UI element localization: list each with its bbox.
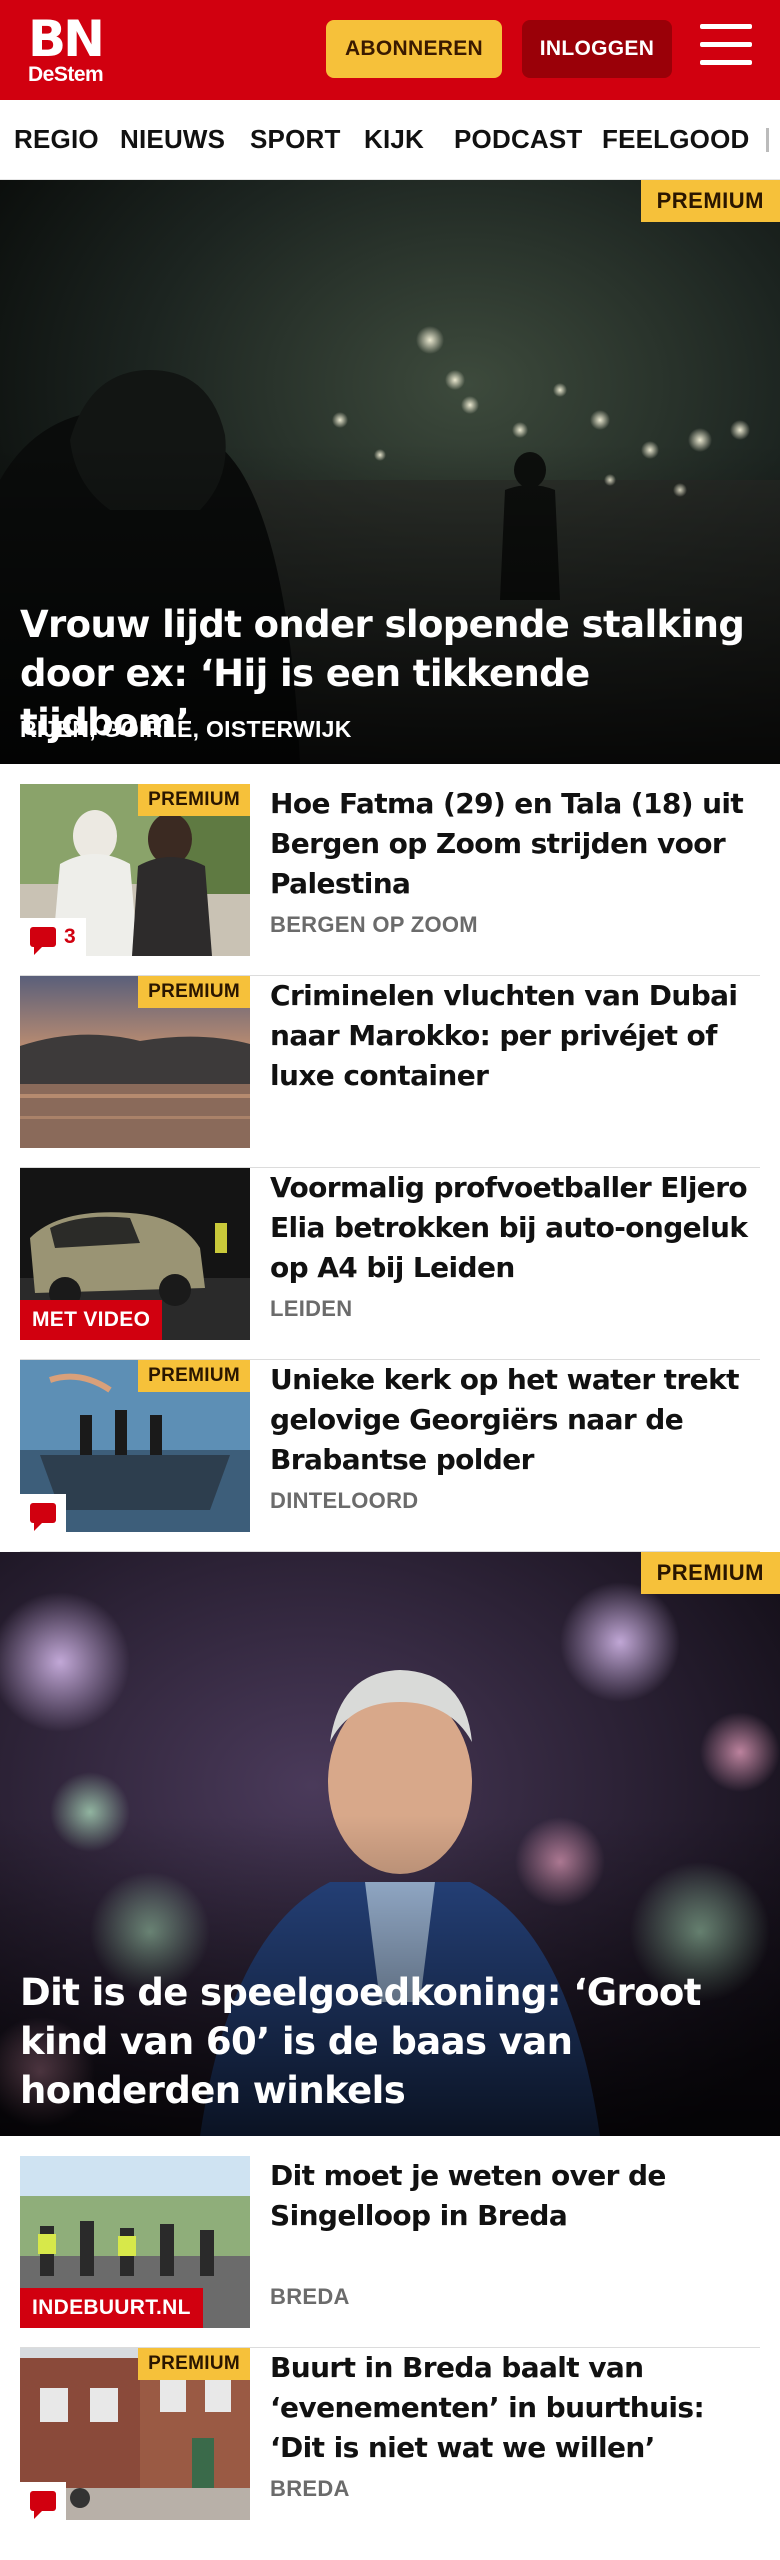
- comment-bubble-icon: [30, 2491, 56, 2519]
- section-nav: REGIO NIEUWS SPORT KIJK PODCAST FEELGOOD: [0, 100, 780, 180]
- premium-badge: PREMIUM: [138, 1360, 250, 1392]
- article-title[interactable]: Buurt in Breda baalt van ‘evenementen’ i…: [270, 2348, 750, 2468]
- article-thumbnail: PREMIUM: [20, 2348, 250, 2520]
- partner-label: INDEBUURT.NL: [20, 2288, 203, 2328]
- hero-article-stalking[interactable]: PREMIUM Vrouw lijdt onder slopende stalk…: [0, 180, 780, 764]
- nav-overflow-indicator: [766, 128, 769, 152]
- article-location: DINTELOORD: [270, 1488, 419, 1513]
- article-title[interactable]: Criminelen vluchten van Dubai naar Marok…: [270, 976, 750, 1096]
- article-location: BERGEN OP ZOOM: [270, 912, 478, 937]
- list-item[interactable]: PREMIUM Criminelen vluchten van Dubai na…: [20, 976, 760, 1168]
- nav-item-feelgood[interactable]: FEELGOOD: [602, 124, 750, 155]
- article-thumbnail: MET VIDEO: [20, 1168, 250, 1340]
- article-title[interactable]: Hoe Fatma (29) en Tala (18) uit Bergen o…: [270, 784, 750, 904]
- login-button[interactable]: INLOGGEN: [522, 20, 672, 78]
- comment-bubble-icon: [30, 927, 56, 955]
- article-location: BREDA: [270, 2476, 350, 2501]
- article-title[interactable]: Dit moet je weten over de Singelloop in …: [270, 2156, 750, 2236]
- subscribe-button[interactable]: ABONNEREN: [326, 20, 502, 78]
- premium-badge: PREMIUM: [138, 784, 250, 816]
- comment-count-value: 3: [64, 925, 76, 948]
- article-thumbnail: PREMIUM 3: [20, 784, 250, 956]
- article-thumbnail: PREMIUM: [20, 976, 250, 1148]
- nav-item-regio[interactable]: REGIO: [14, 124, 99, 155]
- article-title[interactable]: Unieke kerk op het water trekt gelovige …: [270, 1360, 750, 1480]
- list-item[interactable]: PREMIUM Buurt in Breda baalt van ‘evenem…: [20, 2348, 760, 2528]
- premium-badge: PREMIUM: [640, 180, 780, 222]
- hero-location: RIJEN, GOIRLE, OISTERWIJK: [20, 716, 352, 742]
- list-item[interactable]: INDEBUURT.NL Dit moet je weten over de S…: [20, 2156, 760, 2348]
- list-item[interactable]: PREMIUM Unieke kerk op het water trekt g…: [20, 1360, 760, 1552]
- hamburger-menu-icon[interactable]: [700, 24, 752, 72]
- list-item[interactable]: PREMIUM 3 Hoe Fatma (29) en Tala (18) ui…: [20, 784, 760, 976]
- site-header: BN DeStem ABONNEREN INLOGGEN: [0, 0, 780, 100]
- premium-badge: PREMIUM: [138, 2348, 250, 2380]
- nav-item-podcast[interactable]: PODCAST: [454, 124, 583, 155]
- article-thumbnail: PREMIUM: [20, 1360, 250, 1532]
- article-title[interactable]: Voormalig profvoetballer Eljero Elia bet…: [270, 1168, 750, 1288]
- hero-title[interactable]: Dit is de speelgoedkoning: ‘Groot kind v…: [20, 1968, 760, 2115]
- hero-article-speelgoedkoning[interactable]: PREMIUM Dit is de speelgoedkoning: ‘Groo…: [0, 1552, 780, 2136]
- nav-item-kijk[interactable]: KIJK: [364, 124, 424, 155]
- list-item[interactable]: MET VIDEO Voormalig profvoetballer Eljer…: [20, 1168, 760, 1360]
- comment-count[interactable]: 3: [20, 918, 86, 956]
- video-label: MET VIDEO: [20, 1300, 163, 1340]
- logo-subtitle: DeStem: [28, 63, 104, 86]
- logo-mark: BN: [28, 10, 105, 68]
- premium-badge: PREMIUM: [138, 976, 250, 1008]
- comment-indicator[interactable]: [20, 2482, 66, 2520]
- nav-item-nieuws[interactable]: NIEUWS: [120, 124, 225, 155]
- article-location: BREDA: [270, 2284, 350, 2309]
- article-thumbnail: INDEBUURT.NL: [20, 2156, 250, 2328]
- nav-item-sport[interactable]: SPORT: [250, 124, 341, 155]
- premium-badge: PREMIUM: [640, 1552, 780, 1594]
- article-location: LEIDEN: [270, 1296, 353, 1321]
- site-logo[interactable]: BN DeStem: [28, 14, 118, 88]
- comment-bubble-icon: [30, 1503, 56, 1531]
- comment-indicator[interactable]: [20, 1494, 66, 1532]
